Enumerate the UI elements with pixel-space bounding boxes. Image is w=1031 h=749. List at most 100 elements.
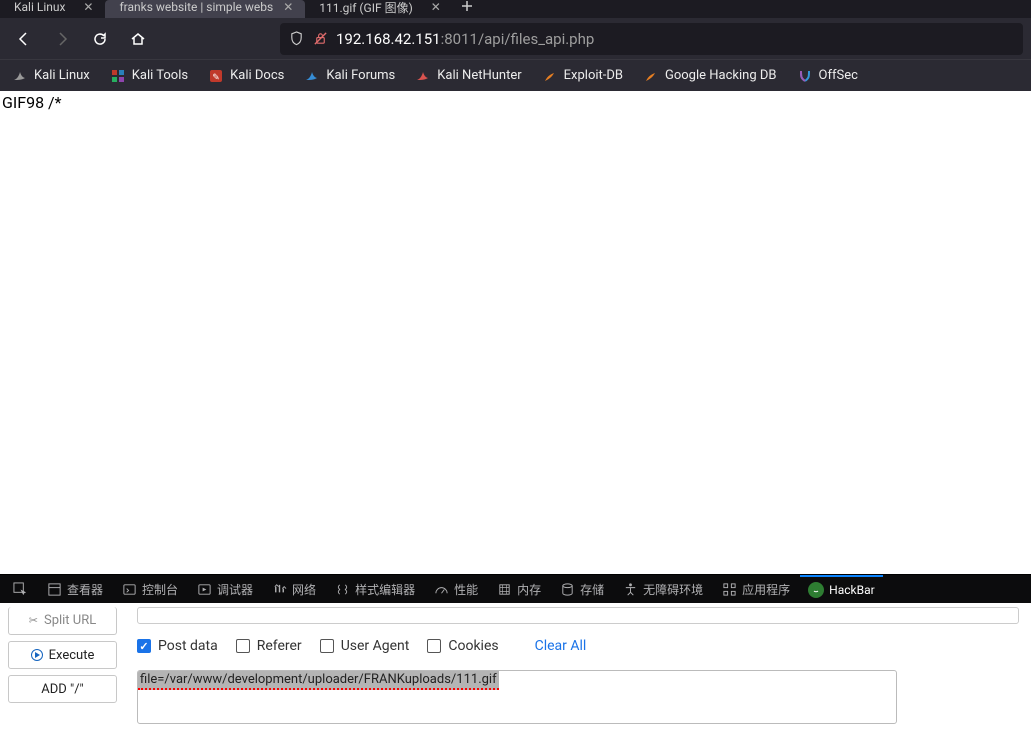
- referer-checkbox[interactable]: Referer: [236, 638, 302, 654]
- hackbar-url-input[interactable]: [137, 607, 1019, 624]
- shield-icon[interactable]: [288, 31, 304, 47]
- option-label: User Agent: [341, 638, 410, 654]
- devtools-tabbar: 查看器 控制台 调试器 网络 样式编辑器 性能 内存 存储 无障碍环境 应用程序…: [0, 574, 1031, 603]
- offsec-icon: [797, 68, 813, 84]
- page-body: GIF98 /*: [0, 91, 1031, 574]
- button-label: ADD "/": [41, 682, 83, 697]
- devtools-tab-hackbar[interactable]: HackBar: [800, 575, 883, 604]
- bookmark-label: Kali NetHunter: [437, 68, 521, 83]
- bookmark-exploit-db[interactable]: Exploit-DB: [536, 64, 629, 88]
- tab-label: 无障碍环境: [643, 581, 703, 598]
- browser-tab-strip: Kali Linux ✕ franks website | simple web…: [0, 0, 1031, 18]
- bookmark-kali-docs[interactable]: ✎ Kali Docs: [202, 64, 290, 88]
- bookmark-label: OffSec: [819, 68, 858, 83]
- browser-toolbar: 192.168.42.151:8011/api/files_api.php: [0, 18, 1031, 59]
- execute-button[interactable]: Execute: [8, 641, 117, 669]
- devtools-tab-applications[interactable]: 应用程序: [713, 575, 798, 604]
- close-icon[interactable]: ✕: [81, 0, 95, 14]
- scissors-icon: ✂: [29, 614, 38, 627]
- bookmark-label: Kali Forums: [326, 68, 395, 83]
- debugger-icon: [196, 581, 212, 597]
- split-url-button[interactable]: ✂ Split URL: [8, 607, 117, 635]
- bookmark-kali-tools[interactable]: Kali Tools: [104, 64, 194, 88]
- bookmark-offsec[interactable]: OffSec: [791, 64, 864, 88]
- devtools-tab-memory[interactable]: 内存: [488, 575, 549, 604]
- bookmark-kali-forums[interactable]: Kali Forums: [298, 64, 401, 88]
- tab-label: 内存: [517, 581, 541, 598]
- devtools-tab-accessibility[interactable]: 无障碍环境: [614, 575, 711, 604]
- storage-icon: [559, 581, 575, 597]
- devtools-tab-network[interactable]: 网络: [263, 575, 324, 604]
- bookmark-kali-linux[interactable]: Kali Linux: [6, 64, 96, 88]
- option-label: Cookies: [448, 638, 498, 654]
- style-icon: [334, 581, 350, 597]
- button-label: Execute: [49, 648, 95, 663]
- tab-franks-website[interactable]: franks website | simple webs ✕: [105, 0, 305, 18]
- tab-title: franks website | simple webs: [119, 0, 273, 14]
- checkbox-icon: [137, 639, 151, 653]
- post-data-textarea[interactable]: file=/var/www/development/uploader/FRANK…: [137, 670, 897, 724]
- devtools-tab-inspector[interactable]: 查看器: [38, 575, 111, 604]
- performance-icon: [433, 581, 449, 597]
- clear-all-link[interactable]: Clear All: [535, 638, 587, 654]
- nethunter-icon: [415, 68, 431, 84]
- checkbox-icon: [236, 639, 250, 653]
- tab-label: 网络: [292, 581, 316, 598]
- tab-label: 控制台: [142, 581, 178, 598]
- devtools-tab-console[interactable]: 控制台: [113, 575, 186, 604]
- bookmark-label: Exploit-DB: [564, 68, 623, 83]
- url-path: :8011/api/files_api.php: [441, 30, 595, 48]
- cookies-checkbox[interactable]: Cookies: [427, 638, 498, 654]
- devtools-tab-debugger[interactable]: 调试器: [188, 575, 261, 604]
- add-slash-button[interactable]: ADD "/": [8, 675, 117, 703]
- console-icon: [121, 581, 137, 597]
- devtools-tab-performance[interactable]: 性能: [425, 575, 486, 604]
- tab-111-gif[interactable]: 111.gif (GIF 图像) ✕: [305, 0, 453, 18]
- back-button[interactable]: [8, 23, 40, 55]
- bookmark-label: Kali Docs: [230, 68, 284, 83]
- bookmarks-bar: Kali Linux Kali Tools ✎ Kali Docs Kali F…: [0, 59, 1031, 91]
- devtools-tab-storage[interactable]: 存储: [551, 575, 612, 604]
- forward-button[interactable]: [46, 23, 78, 55]
- hackbar-panel: ✂ Split URL Execute ADD "/" Post data Re…: [0, 603, 1031, 749]
- tools-icon: [110, 68, 126, 84]
- bookmark-label: Google Hacking DB: [665, 68, 777, 83]
- selector-icon: [12, 581, 28, 597]
- new-tab-button[interactable]: [453, 0, 481, 12]
- option-label: Post data: [158, 638, 218, 654]
- tab-label: 存储: [580, 581, 604, 598]
- tab-label: 查看器: [67, 581, 103, 598]
- bookmark-label: Kali Linux: [34, 68, 90, 83]
- url-text: 192.168.42.151:8011/api/files_api.php: [336, 30, 1015, 48]
- home-button[interactable]: [122, 23, 154, 55]
- hackbar-actions: ✂ Split URL Execute ADD "/": [0, 603, 125, 749]
- button-label: Split URL: [44, 613, 96, 628]
- forums-icon: [304, 68, 320, 84]
- close-icon[interactable]: ✕: [281, 0, 295, 14]
- lock-insecure-icon[interactable]: [312, 31, 328, 47]
- post-data-checkbox[interactable]: Post data: [137, 638, 218, 654]
- reload-button[interactable]: [84, 23, 116, 55]
- network-icon: [271, 581, 287, 597]
- apps-icon: [721, 581, 737, 597]
- checkbox-icon: [320, 639, 334, 653]
- close-icon[interactable]: ✕: [429, 0, 443, 14]
- user-agent-checkbox[interactable]: User Agent: [320, 638, 410, 654]
- hackbar-body: Post data Referer User Agent Cookies Cle…: [125, 603, 1031, 749]
- inspector-icon: [46, 581, 62, 597]
- docs-icon: ✎: [208, 68, 224, 84]
- svg-text:✎: ✎: [212, 73, 220, 83]
- devtools-tab-style-editor[interactable]: 样式编辑器: [326, 575, 423, 604]
- bookmark-kali-nethunter[interactable]: Kali NetHunter: [409, 64, 527, 88]
- tab-label: 应用程序: [742, 581, 790, 598]
- bookmark-google-hacking-db[interactable]: Google Hacking DB: [637, 64, 783, 88]
- response-text: GIF98 /*: [2, 93, 62, 112]
- address-bar[interactable]: 192.168.42.151:8011/api/files_api.php: [280, 23, 1023, 55]
- tab-label: 调试器: [217, 581, 253, 598]
- hackbar-icon: [808, 582, 824, 598]
- tab-label: HackBar: [829, 583, 875, 597]
- tab-kali-linux[interactable]: Kali Linux ✕: [0, 0, 105, 18]
- tab-label: 性能: [454, 581, 478, 598]
- devtools-pick-element[interactable]: [4, 575, 36, 604]
- accessibility-icon: [622, 581, 638, 597]
